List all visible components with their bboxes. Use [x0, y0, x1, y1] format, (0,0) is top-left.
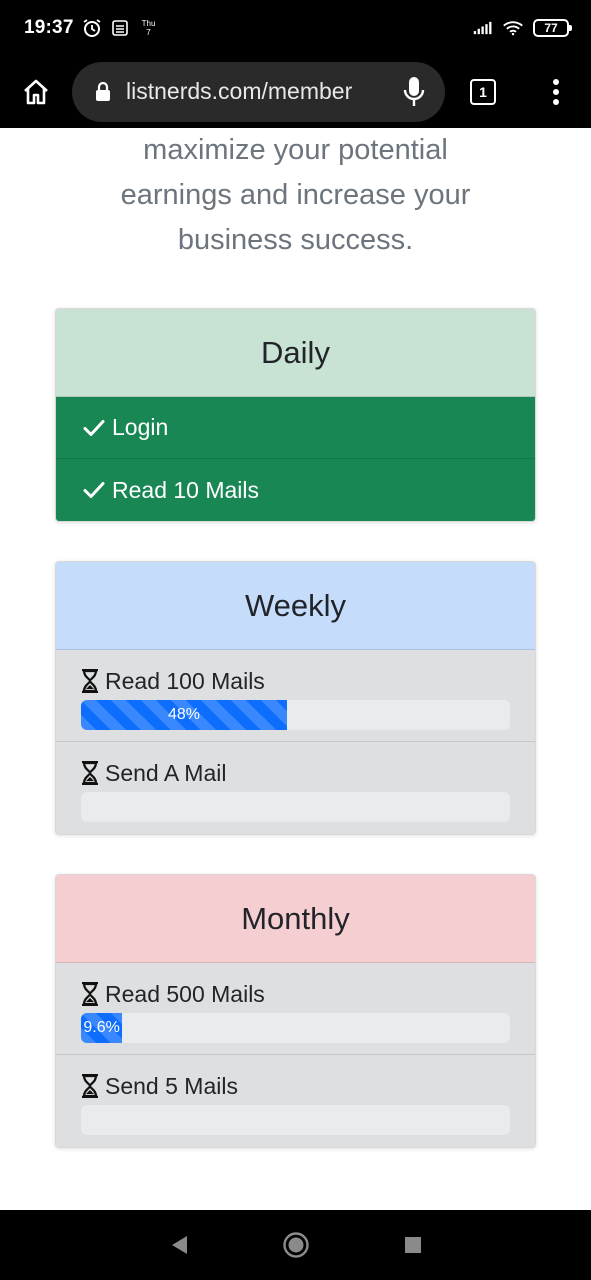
browser-toolbar: listnerds.com/member 1 [0, 55, 591, 128]
battery-indicator: 77 [533, 18, 572, 37]
task-label: Send A Mail [105, 759, 227, 786]
signal-icon [473, 18, 493, 38]
weekly-task-send-mail: Send A Mail [56, 742, 535, 834]
back-icon [171, 1236, 187, 1254]
status-right: 77 [473, 18, 572, 38]
task-label-row: Read 100 Mails [81, 667, 510, 695]
status-day-name: Thu [141, 18, 156, 28]
daily-card-title: Daily [56, 309, 535, 397]
task-label: Read 10 Mails [112, 476, 260, 503]
weekly-card: Weekly Read 100 Mails 48% Send A Mail [55, 561, 536, 835]
check-icon [83, 482, 105, 498]
hourglass-icon [82, 982, 98, 1006]
microphone-button[interactable] [401, 75, 427, 109]
status-left: 19:37 Thu 7 [24, 17, 155, 39]
more-vert-icon [553, 78, 559, 105]
browser-menu-button[interactable] [521, 55, 591, 128]
url-text[interactable]: listnerds.com/member [126, 78, 393, 105]
monthly-task-send-mails: Send 5 Mails [56, 1055, 535, 1147]
progress-bar [81, 792, 510, 822]
daily-task-login: Login [56, 397, 535, 459]
alarm-icon [82, 18, 102, 38]
task-label: Send 5 Mails [105, 1072, 238, 1099]
daily-task-read-mails: Read 10 Mails [56, 459, 535, 521]
task-label-row: Send 5 Mails [81, 1072, 510, 1100]
tab-count: 1 [470, 78, 496, 105]
progress-bar: 48% [81, 700, 510, 730]
intro-line: maximize your potential [143, 134, 448, 166]
recents-icon [404, 1237, 421, 1253]
back-button[interactable] [159, 1225, 199, 1265]
hourglass-icon [82, 669, 98, 693]
task-label: Login [112, 414, 169, 440]
hourglass-icon [82, 761, 98, 785]
system-nav-bar [0, 1210, 591, 1280]
status-day: Thu 7 [142, 19, 156, 37]
task-label-row: Send A Mail [81, 759, 510, 787]
status-day-number: 7 [146, 27, 151, 37]
monthly-task-read-mails: Read 500 Mails 9.6% [56, 963, 535, 1055]
status-time: 19:37 [24, 16, 74, 38]
weekly-card-title: Weekly [56, 562, 535, 650]
daily-card: Daily Login Read 10 Mails [55, 308, 536, 522]
home-button[interactable] [0, 55, 72, 128]
monthly-card-title: Monthly [56, 875, 535, 963]
progress-bar: 9.6% [81, 1013, 510, 1043]
task-label: Read 500 Mails [105, 980, 265, 1007]
progress-fill: 9.6% [81, 1013, 123, 1043]
intro-line: earnings and increase your [120, 179, 471, 211]
home-circle-icon [282, 1232, 309, 1258]
progress-fill: 48% [81, 700, 287, 730]
task-label: Read 100 Mails [105, 667, 265, 694]
monthly-card: Monthly Read 500 Mails 9.6% Send 5 Mails [55, 874, 536, 1148]
intro-line: business success. [177, 224, 414, 256]
recents-button[interactable] [393, 1225, 433, 1265]
weekly-task-read-mails: Read 100 Mails 48% [56, 650, 535, 742]
intro-text: maximize your potential earnings and inc… [60, 128, 531, 263]
task-label-row: Read 500 Mails [81, 980, 510, 1008]
status-bar: 19:37 Thu 7 77 [0, 0, 591, 55]
hourglass-icon [82, 1074, 98, 1098]
page-content: maximize your potential earnings and inc… [0, 128, 591, 1210]
microphone-icon [403, 76, 425, 106]
lock-icon [96, 81, 110, 101]
progress-bar [81, 1105, 510, 1135]
wifi-icon [503, 18, 523, 38]
sim-icon [110, 18, 130, 38]
home-icon [24, 79, 48, 104]
home-nav-button[interactable] [276, 1225, 316, 1265]
check-icon [83, 419, 105, 436]
tab-switcher-button[interactable]: 1 [445, 55, 521, 128]
address-bar[interactable]: listnerds.com/member [72, 61, 445, 122]
